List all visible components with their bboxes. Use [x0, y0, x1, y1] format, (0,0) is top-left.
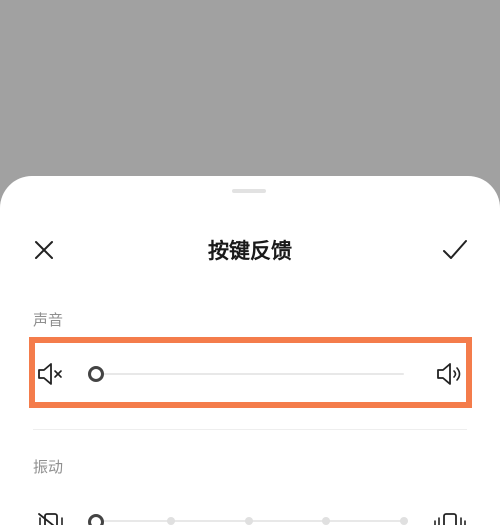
- sound-section-label: 声音: [33, 311, 64, 329]
- confirm-button[interactable]: [440, 236, 470, 264]
- vibration-step-marker[interactable]: [245, 517, 253, 525]
- close-icon: [35, 241, 53, 259]
- vibration-slider-thumb[interactable]: [88, 514, 104, 525]
- close-button[interactable]: [30, 236, 58, 264]
- vibration-step-marker[interactable]: [322, 517, 330, 525]
- section-divider: [33, 429, 467, 430]
- sheet-title: 按键反馈: [208, 239, 292, 263]
- sound-slider-thumb[interactable]: [88, 366, 104, 382]
- vibration-step-marker[interactable]: [400, 517, 408, 525]
- vibration-icon: [431, 510, 469, 525]
- vibration-off-icon: [34, 510, 68, 525]
- vibration-step-marker[interactable]: [167, 517, 175, 525]
- vibration-section-label: 振动: [33, 458, 64, 476]
- speaker-volume-icon: [435, 362, 465, 386]
- speaker-mute-icon: [36, 362, 66, 386]
- sound-slider-track[interactable]: [96, 373, 404, 375]
- drag-handle[interactable]: [232, 189, 266, 193]
- key-feedback-sheet: 按键反馈 声音 振动: [0, 176, 500, 525]
- checkmark-icon: [443, 240, 467, 259]
